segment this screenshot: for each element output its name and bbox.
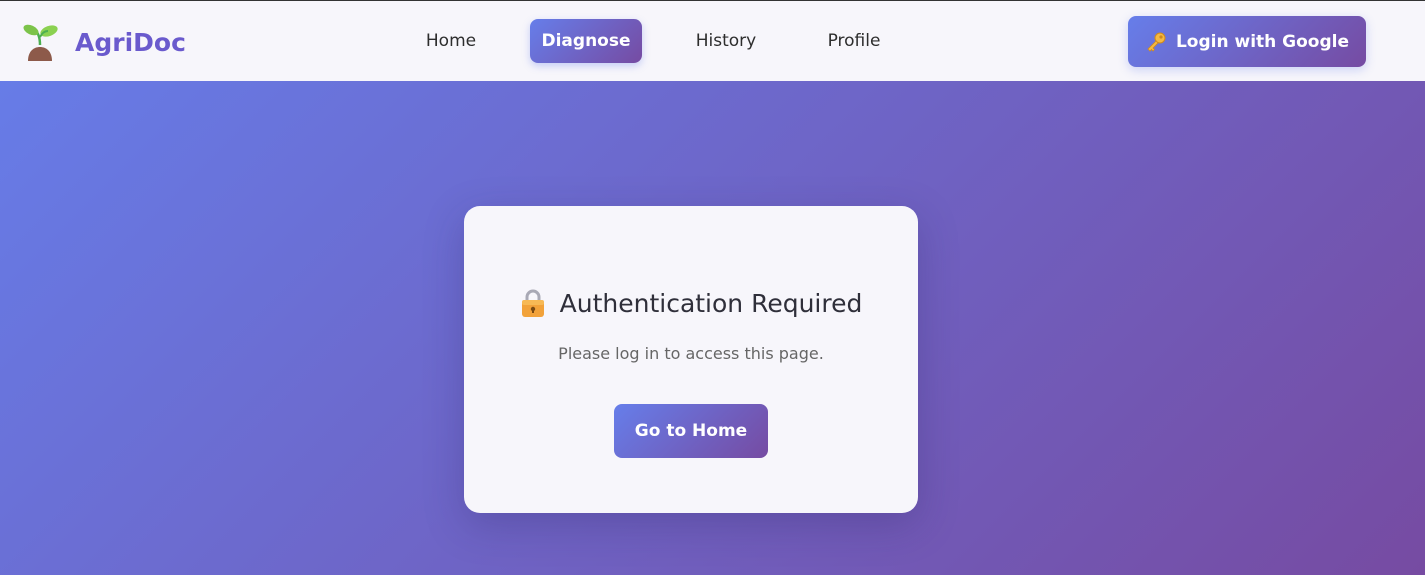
nav-home[interactable]: Home	[409, 19, 493, 63]
card-message: Please log in to access this page.	[558, 344, 824, 363]
login-button-label: Login with Google	[1175, 31, 1350, 52]
nav-profile[interactable]: Profile	[810, 19, 898, 63]
nav-history[interactable]: History	[680, 19, 772, 63]
top-navbar: AgriDoc Home Diagnose History Profile Lo…	[0, 0, 1425, 81]
lock-icon	[521, 289, 544, 317]
go-to-home-button[interactable]: Go to Home	[614, 404, 768, 458]
nav-diagnose[interactable]: Diagnose	[530, 19, 642, 63]
auth-required-card: Authentication Required Please log in to…	[464, 206, 918, 513]
card-title: Authentication Required	[559, 288, 863, 318]
card-title-row: Authentication Required	[464, 288, 918, 318]
login-with-google-button[interactable]: Login with Google	[1128, 16, 1366, 67]
key-icon	[1147, 32, 1166, 52]
